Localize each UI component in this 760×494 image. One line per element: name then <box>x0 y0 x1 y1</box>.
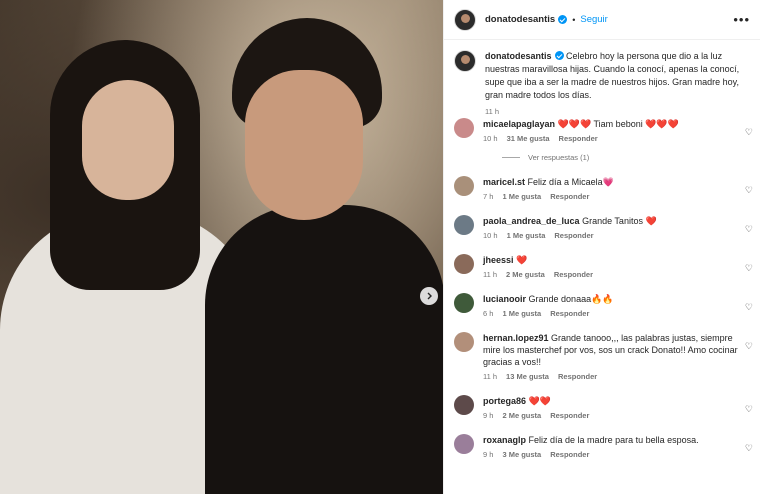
comment-likes[interactable]: 31 Me gusta <box>507 134 550 143</box>
comment-time: 7 h <box>483 192 494 201</box>
caption-username[interactable]: donatodesantis <box>485 51 552 61</box>
commenter-avatar[interactable] <box>454 434 474 454</box>
comment-likes[interactable]: 3 Me gusta <box>502 450 541 459</box>
comment-likes[interactable]: 13 Me gusta <box>506 372 549 381</box>
verified-badge-icon <box>554 51 564 60</box>
verified-badge-icon <box>558 15 568 24</box>
commenter-avatar[interactable] <box>454 254 474 274</box>
post-caption: donatodesantis Celebro hoy la persona qu… <box>444 40 760 118</box>
reply-button[interactable]: Responder <box>550 411 589 420</box>
reply-button[interactable]: Responder <box>558 372 597 381</box>
comment-item: lucianooir Grande donaaa🔥🔥 6 h 1 Me gusta… <box>444 293 760 318</box>
heart-outline-icon[interactable]: ♡ <box>745 263 753 274</box>
photo-man-face <box>245 70 363 220</box>
comment-text: Grande donaaa🔥🔥 <box>528 294 614 304</box>
commenter-username[interactable]: portega86 <box>483 396 526 406</box>
post-photo <box>0 0 443 494</box>
commenter-username[interactable]: maricel.st <box>483 177 525 187</box>
comment-time: 9 h <box>483 450 494 459</box>
comment-item: maricel.st Feliz día a Micaela💗 7 h 1 Me … <box>444 176 760 201</box>
comment-item: hernan.lopez91 Grande tanooo,,, las pala… <box>444 332 760 381</box>
chevron-right-icon <box>427 292 432 300</box>
author-username[interactable]: donatodesantis <box>485 14 555 25</box>
heart-outline-icon[interactable]: ♡ <box>745 341 753 352</box>
separator-dot: • <box>572 14 576 25</box>
comment-time: 10 h <box>483 231 498 240</box>
commenter-username[interactable]: hernan.lopez91 <box>483 333 549 343</box>
comment-item: micaelapaglayan ❤️❤️❤️ Tiam beboni ❤️❤️❤… <box>444 118 760 143</box>
comment-text: Feliz día de la madre para tu bella espo… <box>528 435 699 445</box>
comment-time: 10 h <box>483 134 498 143</box>
heart-outline-icon[interactable]: ♡ <box>745 185 753 196</box>
comment-time: 11 h <box>483 270 498 279</box>
reply-button[interactable]: Responder <box>550 309 589 318</box>
view-replies-button[interactable]: Ver respuestas (1) <box>502 153 760 162</box>
comment-item: jheessi ❤️ 11 h 2 Me gusta Responder ♡ <box>444 254 760 279</box>
comment-text: Grande Tanitos ❤️ <box>582 216 657 226</box>
comment-item: portega86 ❤️❤️ 9 h 2 Me gusta Responder ♡ <box>444 395 760 420</box>
heart-outline-icon[interactable]: ♡ <box>745 224 753 235</box>
comment-text: ❤️❤️ <box>528 396 551 406</box>
commenter-avatar[interactable] <box>454 395 474 415</box>
photo-man-body <box>205 205 443 494</box>
reply-button[interactable]: Responder <box>559 134 598 143</box>
caption-time: 11 h <box>485 107 500 116</box>
comment-time: 9 h <box>483 411 494 420</box>
commenter-username[interactable]: paola_andrea_de_luca <box>483 216 580 226</box>
reply-button[interactable]: Responder <box>550 192 589 201</box>
commenter-avatar[interactable] <box>454 215 474 235</box>
author-avatar[interactable] <box>454 8 476 31</box>
heart-outline-icon[interactable]: ♡ <box>745 404 753 415</box>
comments-list: micaelapaglayan ❤️❤️❤️ Tiam beboni ❤️❤️❤… <box>444 118 760 459</box>
post-header: donatodesantis • Seguir ••• <box>444 0 760 40</box>
comment-item: roxanaglp Feliz día de la madre para tu … <box>444 434 760 459</box>
photo-woman-face <box>82 80 174 200</box>
comment-likes[interactable]: 2 Me gusta <box>502 411 541 420</box>
commenter-username[interactable]: jheessi <box>483 255 514 265</box>
caption-text-block: donatodesantis Celebro hoy la persona qu… <box>485 50 750 118</box>
commenter-username[interactable]: micaelapaglayan <box>483 119 555 129</box>
commenter-username[interactable]: roxanaglp <box>483 435 526 445</box>
comment-likes[interactable]: 1 Me gusta <box>502 192 541 201</box>
comment-text: Feliz día a Micaela💗 <box>527 177 614 187</box>
more-options-icon[interactable]: ••• <box>733 12 750 27</box>
comment-likes[interactable]: 1 Me gusta <box>507 231 546 240</box>
comment-text: ❤️ <box>516 255 528 265</box>
heart-outline-icon[interactable]: ♡ <box>745 302 753 313</box>
comment-time: 11 h <box>483 372 498 381</box>
heart-outline-icon[interactable]: ♡ <box>745 127 753 138</box>
commenter-avatar[interactable] <box>454 332 474 352</box>
heart-outline-icon[interactable]: ♡ <box>745 443 753 454</box>
comment-item: paola_andrea_de_luca Grande Tanitos ❤️ 1… <box>444 215 760 240</box>
reply-button[interactable]: Responder <box>554 270 593 279</box>
reply-button[interactable]: Responder <box>554 231 593 240</box>
commenter-username[interactable]: lucianooir <box>483 294 526 304</box>
comment-likes[interactable]: 1 Me gusta <box>502 309 541 318</box>
commenter-avatar[interactable] <box>454 293 474 313</box>
caption-author-avatar[interactable] <box>454 50 476 72</box>
comment-text: ❤️❤️❤️ Tiam beboni ❤️❤️❤️ <box>557 119 679 129</box>
next-photo-button[interactable] <box>420 287 438 305</box>
post-side-panel: donatodesantis • Seguir ••• donatodesant… <box>443 0 760 494</box>
reply-button[interactable]: Responder <box>550 450 589 459</box>
commenter-avatar[interactable] <box>454 176 474 196</box>
comment-likes[interactable]: 2 Me gusta <box>506 270 545 279</box>
comment-time: 6 h <box>483 309 494 318</box>
commenter-avatar[interactable] <box>454 118 474 138</box>
follow-button[interactable]: Seguir <box>580 14 607 25</box>
